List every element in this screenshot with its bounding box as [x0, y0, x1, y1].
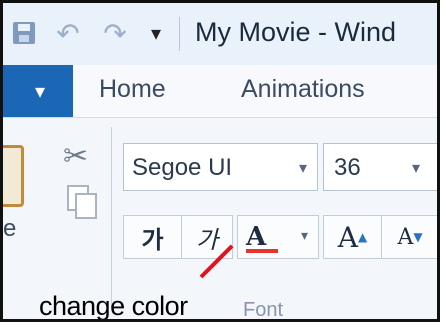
chevron-down-icon: ▾	[300, 228, 308, 244]
font-color-swatch	[246, 249, 278, 253]
bold-label: 가	[141, 225, 164, 254]
undo-icon[interactable]: ↶	[53, 17, 83, 49]
paste-icon[interactable]	[3, 145, 24, 207]
font-family-select[interactable]: Segoe UI ▾	[123, 143, 318, 191]
customize-quick-access-icon[interactable]: ▾	[143, 17, 169, 49]
window-title: My Movie - Wind	[195, 17, 397, 47]
increase-icon: ▲	[358, 230, 368, 244]
font-family-value: Segoe UI	[132, 154, 233, 181]
font-size-value: 36	[334, 154, 361, 181]
chevron-down-icon: ▾	[298, 160, 307, 177]
chevron-down-icon: ▾	[412, 160, 421, 177]
tab-home[interactable]: Home	[99, 75, 166, 104]
redo-icon[interactable]: ↷	[100, 17, 130, 49]
font-color-label: A	[246, 222, 267, 252]
bold-button[interactable]: 가	[123, 215, 181, 259]
paste-label: e	[3, 215, 17, 242]
copy-icon[interactable]	[67, 185, 97, 219]
ribbon-tabs: ▾ Home Animations	[3, 65, 437, 117]
tab-animations[interactable]: Animations	[241, 75, 365, 104]
grow-font-button[interactable]: A ▲	[323, 215, 381, 259]
grow-font-label: A	[337, 220, 358, 254]
font-color-button[interactable]: A ▾	[237, 215, 319, 259]
shrink-font-button[interactable]: A ▼	[381, 215, 437, 259]
group-separator	[111, 127, 112, 307]
decrease-icon: ▼	[413, 230, 423, 244]
save-icon[interactable]	[9, 17, 39, 49]
app-window: ↶ ↷ ▾ My Movie - Wind ▾ Home Animations …	[0, 0, 440, 322]
chevron-down-icon: ▾	[34, 80, 46, 103]
cut-icon[interactable]: ✂	[63, 139, 88, 174]
font-group-label: Font	[243, 299, 284, 321]
file-menu-button[interactable]: ▾	[3, 65, 73, 117]
shrink-font-label: A	[397, 224, 414, 250]
annotation-text: change color	[39, 291, 188, 321]
title-bar: ↶ ↷ ▾ My Movie - Wind	[3, 3, 437, 65]
italic-label: 가	[195, 225, 219, 254]
title-separator	[179, 17, 180, 51]
font-size-select[interactable]: 36 ▾	[323, 143, 437, 191]
